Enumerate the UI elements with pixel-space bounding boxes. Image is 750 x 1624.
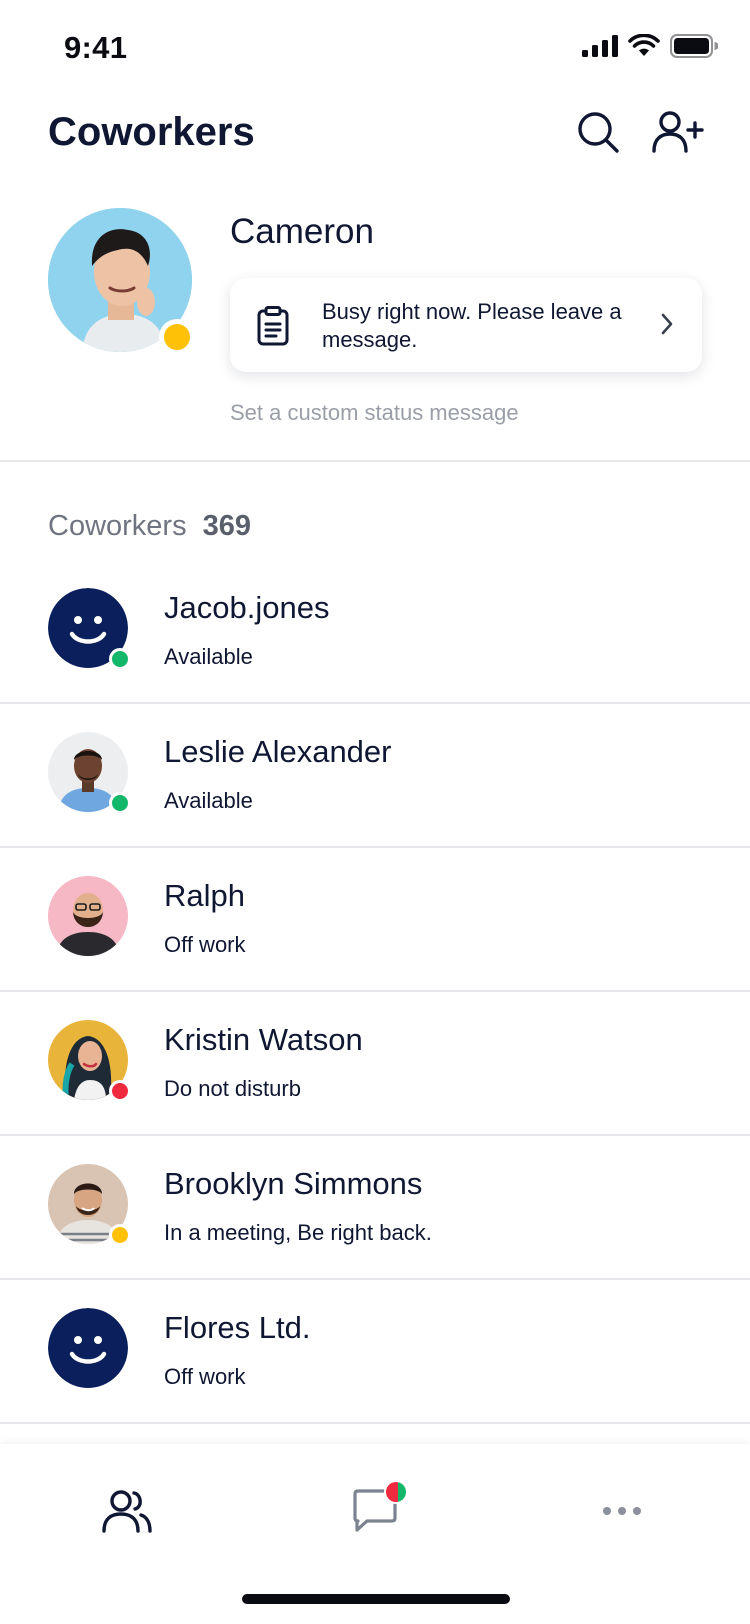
coworker-name: Leslie Alexander bbox=[164, 734, 392, 769]
coworker-name: Jacob.jones bbox=[164, 590, 330, 625]
coworkers-header: Coworkers 369 bbox=[48, 510, 251, 543]
search-icon bbox=[578, 112, 619, 153]
coworker-status: Off work bbox=[164, 932, 246, 957]
status-message-card[interactable]: Busy right now. Please leave a message. bbox=[230, 278, 702, 372]
coworkers-label: Coworkers bbox=[48, 510, 187, 542]
add-user-icon bbox=[652, 111, 704, 153]
add-coworker-button[interactable] bbox=[650, 104, 706, 160]
coworker-status: Off work bbox=[164, 1364, 246, 1389]
nav-more-tab[interactable] bbox=[577, 1476, 667, 1546]
coworker-row[interactable]: Flores Ltd. Off work bbox=[0, 1280, 750, 1424]
people-icon bbox=[102, 1490, 152, 1533]
clipboard-icon bbox=[257, 306, 289, 346]
presence-dot-away bbox=[109, 1224, 131, 1246]
avatar bbox=[48, 876, 128, 956]
coworker-list: Jacob.jones Available Leslie Alexander A… bbox=[0, 560, 750, 1424]
smiley-icon bbox=[48, 1308, 128, 1388]
status-message-text: Busy right now. Please leave a message. bbox=[322, 299, 622, 352]
section-divider bbox=[0, 460, 750, 462]
coworker-row[interactable]: Brooklyn Simmons In a meeting, Be right … bbox=[0, 1136, 750, 1280]
my-profile: Cameron Busy right now. Please leave a m… bbox=[0, 206, 750, 462]
presence-dot-available bbox=[109, 792, 131, 814]
page-title: Coworkers bbox=[48, 110, 255, 154]
avatar-image bbox=[48, 876, 128, 956]
more-icon bbox=[603, 1507, 641, 1515]
chat-badge bbox=[384, 1480, 408, 1504]
status-bar: 9:41 bbox=[0, 0, 750, 96]
wifi-icon bbox=[628, 34, 660, 56]
notification-badge-icon bbox=[386, 1482, 406, 1502]
search-button[interactable] bbox=[570, 104, 626, 160]
chevron-right-icon bbox=[661, 313, 673, 335]
coworker-name: Ralph bbox=[164, 878, 245, 913]
home-indicator bbox=[242, 1594, 510, 1604]
coworker-name: Kristin Watson bbox=[164, 1022, 363, 1057]
status-icons bbox=[582, 34, 718, 58]
battery-icon bbox=[670, 34, 718, 58]
signal-icon bbox=[582, 35, 618, 57]
coworkers-count: 369 bbox=[202, 510, 251, 542]
nav-people-tab[interactable] bbox=[82, 1476, 172, 1546]
bottom-nav bbox=[0, 1444, 750, 1624]
presence-dot-available bbox=[109, 648, 131, 670]
coworker-row[interactable]: Kristin Watson Do not disturb bbox=[0, 992, 750, 1136]
set-custom-status-link[interactable]: Set a custom status message bbox=[230, 400, 519, 426]
coworker-status: In a meeting, Be right back. bbox=[164, 1220, 432, 1245]
coworker-status: Available bbox=[164, 788, 253, 813]
nav-chat-tab[interactable] bbox=[330, 1476, 420, 1546]
coworker-status: Available bbox=[164, 644, 253, 669]
presence-dot-dnd bbox=[109, 1080, 131, 1102]
coworker-name: Brooklyn Simmons bbox=[164, 1166, 423, 1201]
header: Coworkers bbox=[0, 96, 750, 206]
status-time: 9:41 bbox=[64, 30, 128, 65]
avatar-placeholder bbox=[48, 1308, 128, 1388]
profile-presence-dot bbox=[159, 319, 195, 355]
profile-name: Cameron bbox=[230, 212, 374, 251]
coworker-name: Flores Ltd. bbox=[164, 1310, 311, 1345]
coworker-row[interactable]: Ralph Off work bbox=[0, 848, 750, 992]
coworker-row[interactable]: Jacob.jones Available bbox=[0, 560, 750, 704]
coworker-status: Do not disturb bbox=[164, 1076, 301, 1101]
coworker-row[interactable]: Leslie Alexander Available bbox=[0, 704, 750, 848]
